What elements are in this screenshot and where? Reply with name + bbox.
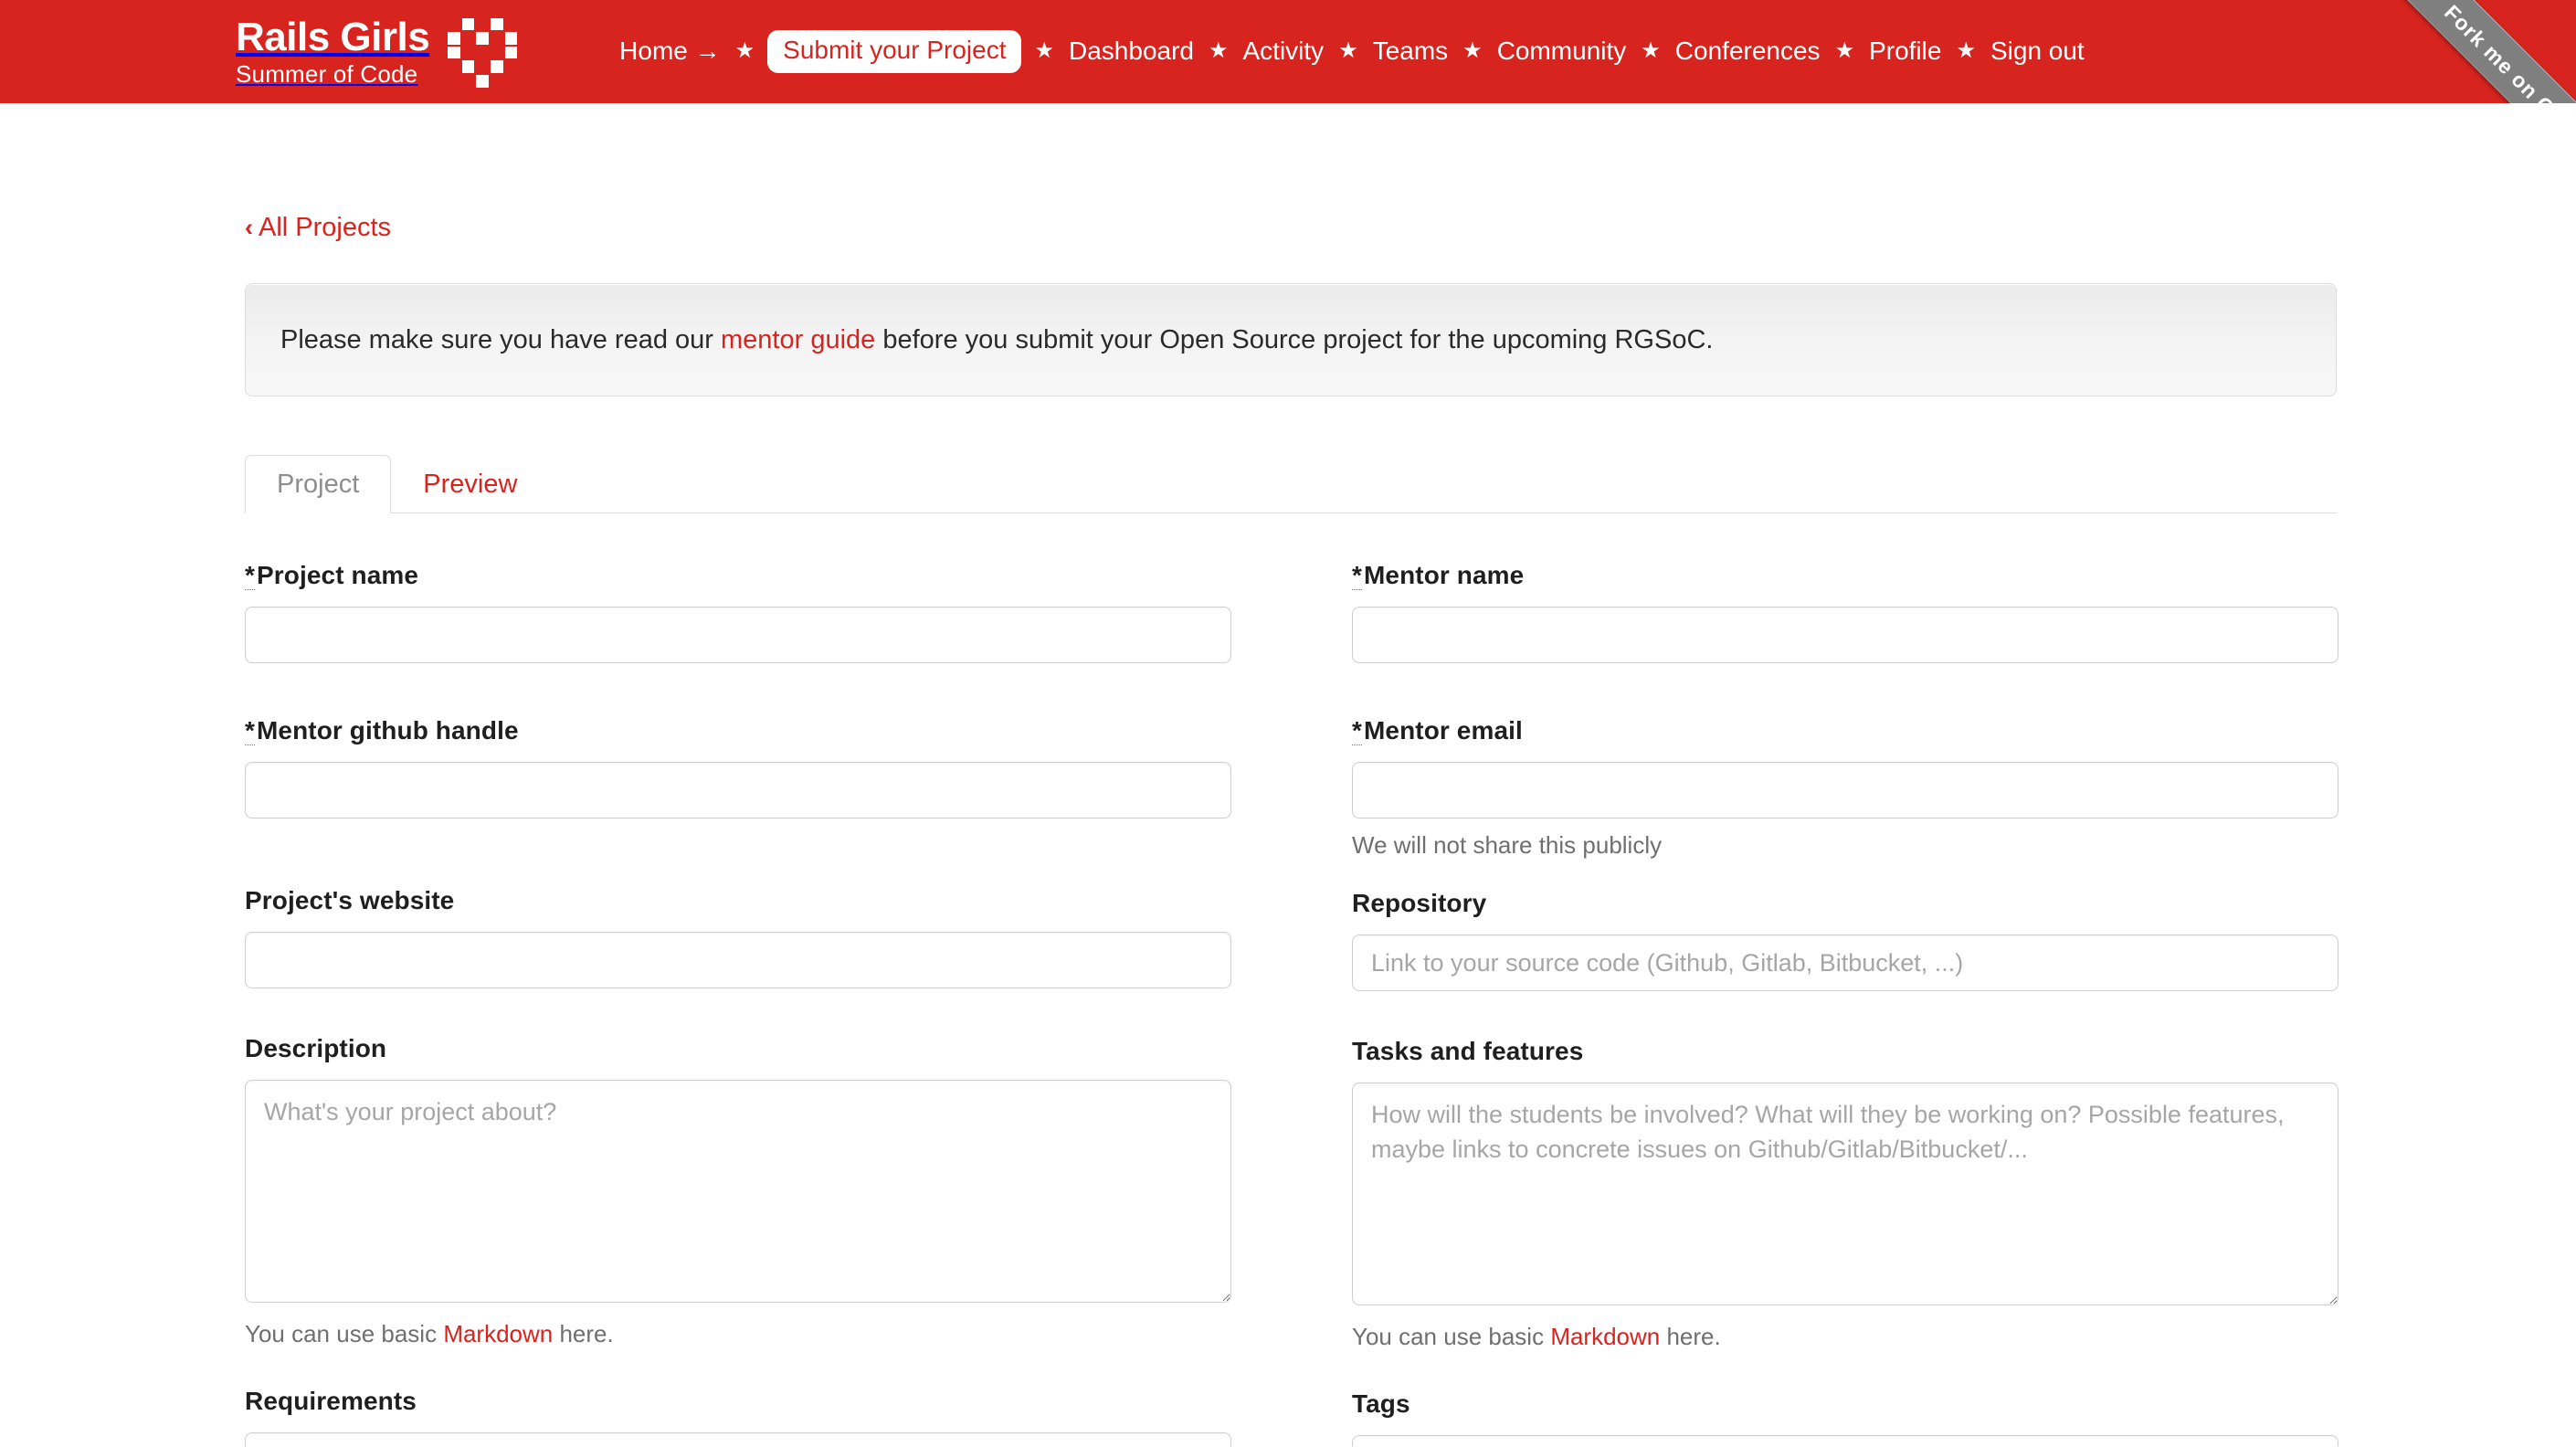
label-text: Mentor github handle <box>257 716 519 745</box>
page-body: ‹ All Projects Please make sure you have … <box>0 103 2576 1447</box>
field-requirements: Requirements <box>245 1387 1231 1447</box>
star-separator-icon: ★ <box>1034 38 1054 64</box>
nav-item-dashboard[interactable]: Dashboard <box>1067 37 1196 66</box>
back-to-all-projects-link[interactable]: ‹ All Projects <box>245 213 391 243</box>
description-textarea[interactable] <box>245 1080 1231 1303</box>
tab-project[interactable]: Project <box>245 455 392 513</box>
back-link-label: All Projects <box>259 213 392 242</box>
label-mentor-github-handle: *Mentor github handle <box>245 716 1231 745</box>
mentor-email-input[interactable] <box>1352 762 2338 819</box>
hint-after: here. <box>553 1320 614 1347</box>
hint-before: You can use basic <box>245 1320 444 1347</box>
brand-subtitle: Summer of Code <box>236 60 418 88</box>
hint-before: You can use basic <box>1352 1323 1551 1350</box>
requirements-textarea[interactable] <box>245 1432 1231 1447</box>
nav-item-teams[interactable]: Teams <box>1371 37 1450 66</box>
mentor-guide-notice: Please make sure you have read our mento… <box>245 283 2337 396</box>
description-markdown-hint: You can use basic Markdown here. <box>245 1320 1231 1348</box>
star-separator-icon: ★ <box>1834 38 1855 64</box>
mentor-github-handle-input[interactable] <box>245 762 1231 819</box>
label-project-website: Project's website <box>245 886 455 914</box>
project-name-input[interactable] <box>245 607 1231 663</box>
notice-text-before: Please make sure you have read our <box>280 324 721 354</box>
label-description: Description <box>245 1034 387 1062</box>
label-text: Mentor email <box>1364 716 1523 745</box>
field-mentor-github-handle: *Mentor github handle <box>245 716 1231 819</box>
project-website-input[interactable] <box>245 932 1231 988</box>
form-tabs: Project Preview <box>245 447 2337 513</box>
field-repository: Repository <box>1352 889 2338 991</box>
nav-item-submit-your-project[interactable]: Submit your Project <box>767 30 1022 73</box>
field-description: Description You can use basic Markdown h… <box>245 1034 1231 1348</box>
required-marker: * <box>1352 561 1362 590</box>
brand-logo[interactable]: Rails Girls Summer of Code <box>236 15 518 88</box>
tasks-and-features-textarea[interactable] <box>1352 1083 2338 1305</box>
field-mentor-email: *Mentor email We will not share this pub… <box>1352 716 2338 860</box>
star-separator-icon: ★ <box>1641 38 1661 64</box>
nav-item-profile[interactable]: Profile <box>1867 37 1943 66</box>
notice-text-after: before you submit your Open Source proje… <box>875 324 1714 354</box>
field-mentor-name: *Mentor name <box>1352 561 2338 663</box>
tab-preview[interactable]: Preview <box>391 455 549 513</box>
project-form: *Project name *Mentor github handle Proj… <box>245 561 2338 1447</box>
site-header: Rails Girls Summer of Code Home → ★ Subm… <box>0 0 2576 103</box>
field-project-website: Project's website <box>245 886 1231 988</box>
field-tags: Tags <box>1352 1389 2338 1447</box>
nav-item-conferences[interactable]: Conferences <box>1673 37 1822 66</box>
brand-wordmark: Rails Girls Summer of Code <box>236 15 430 88</box>
star-separator-icon: ★ <box>1338 38 1358 64</box>
label-text: Project name <box>257 561 419 589</box>
notice-text: Please make sure you have read our mento… <box>280 325 1713 355</box>
brand-title: Rails Girls <box>236 15 430 59</box>
main-navigation: Home → ★ Submit your Project ★ Dashboard… <box>618 30 2576 73</box>
label-mentor-name: *Mentor name <box>1352 561 2338 590</box>
nav-item-community[interactable]: Community <box>1495 37 1629 66</box>
chevron-left-icon: ‹ <box>245 214 253 241</box>
label-project-name: *Project name <box>245 561 1231 590</box>
markdown-link[interactable]: Markdown <box>1550 1323 1660 1350</box>
mentor-guide-link[interactable]: mentor guide <box>721 325 875 354</box>
label-requirements: Requirements <box>245 1387 417 1415</box>
label-tasks-and-features: Tasks and features <box>1352 1037 1584 1065</box>
tasks-markdown-hint: You can use basic Markdown here. <box>1352 1323 2338 1351</box>
pixel-heart-icon <box>448 17 518 88</box>
label-repository: Repository <box>1352 889 1487 917</box>
field-tasks-and-features: Tasks and features You can use basic Mar… <box>1352 1037 2338 1351</box>
star-separator-icon: ★ <box>1956 38 1976 64</box>
label-text: Mentor name <box>1364 561 1525 589</box>
star-separator-icon: ★ <box>1208 38 1229 64</box>
mentor-name-input[interactable] <box>1352 607 2338 663</box>
hint-after: here. <box>1660 1323 1721 1350</box>
nav-item-sign-out[interactable]: Sign out <box>1989 37 2086 66</box>
content-container: ‹ All Projects Please make sure you have … <box>245 103 2338 1447</box>
repository-input[interactable] <box>1352 935 2338 991</box>
label-tags: Tags <box>1352 1389 1410 1418</box>
required-marker: * <box>245 561 255 590</box>
star-separator-icon: ★ <box>1462 38 1483 64</box>
label-mentor-email: *Mentor email <box>1352 716 2338 745</box>
markdown-link[interactable]: Markdown <box>443 1320 553 1347</box>
form-column-right: *Mentor name *Mentor email We will not s… <box>1352 561 2338 1447</box>
tags-input[interactable] <box>1352 1435 2338 1447</box>
required-marker: * <box>245 716 255 745</box>
form-column-left: *Project name *Mentor github handle Proj… <box>245 561 1231 1447</box>
mentor-email-hint: We will not share this publicly <box>1352 831 1663 859</box>
field-project-name: *Project name <box>245 561 1231 663</box>
required-marker: * <box>1352 716 1362 745</box>
nav-item-activity[interactable]: Activity <box>1241 37 1326 66</box>
nav-item-home[interactable]: Home → <box>618 37 722 66</box>
star-separator-icon: ★ <box>734 38 755 64</box>
